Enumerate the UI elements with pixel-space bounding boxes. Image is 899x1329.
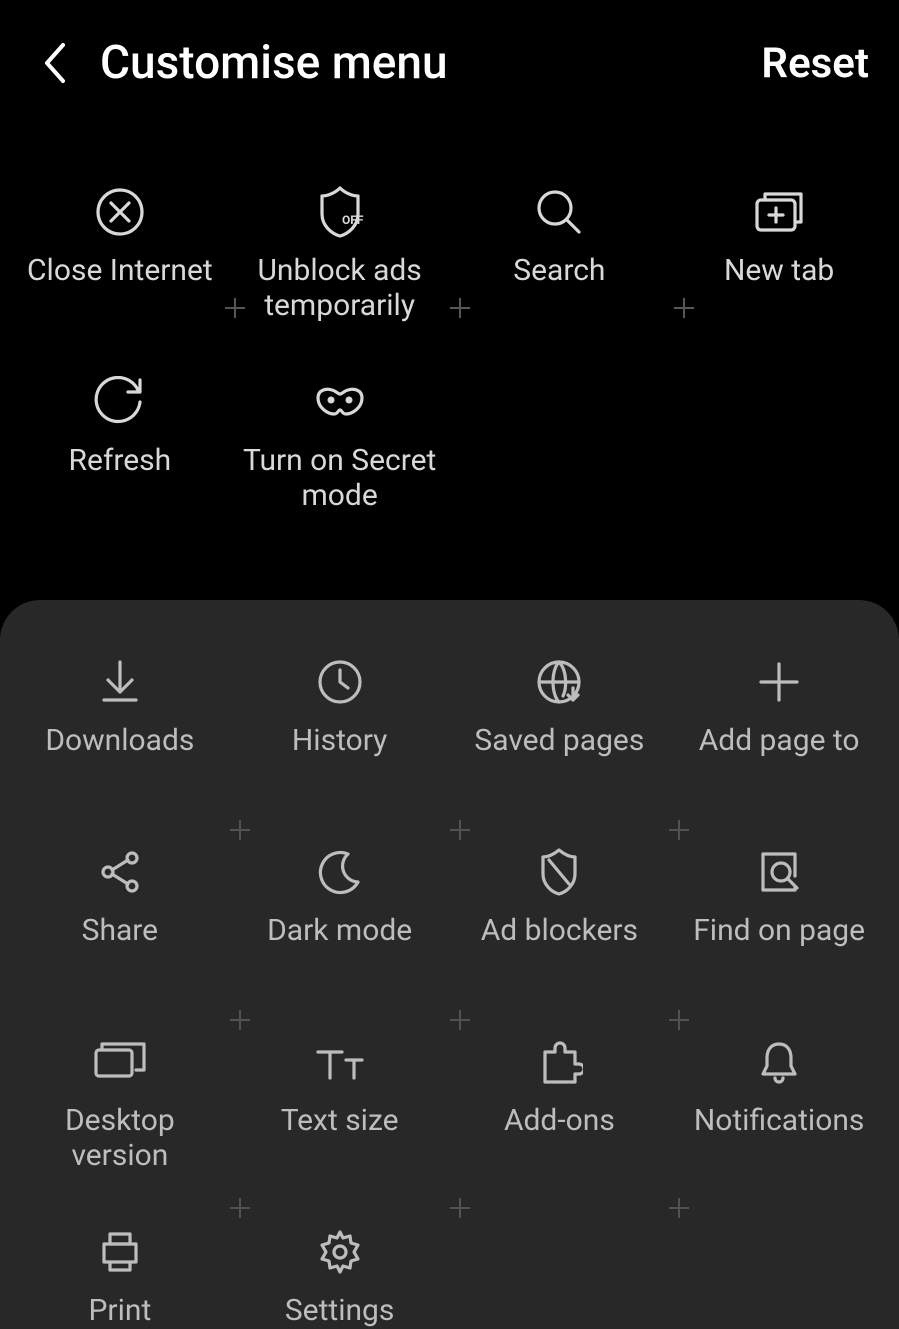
tile-new-tab[interactable]: New tab (669, 170, 889, 360)
tile-label: Unblock ads temporarily (240, 254, 440, 323)
text-size-icon (312, 1030, 368, 1094)
shield-slash-icon (535, 840, 583, 904)
tile-label: Share (82, 914, 158, 949)
print-icon (96, 1220, 144, 1284)
tile-close-internet[interactable]: Close Internet (10, 170, 230, 360)
bell-icon (755, 1030, 803, 1094)
find-on-page-icon (755, 840, 803, 904)
tile-downloads[interactable]: Downloads (10, 640, 230, 830)
moon-icon (316, 840, 364, 904)
tile-add-page-to[interactable]: Add page to (669, 640, 889, 830)
download-icon (96, 650, 144, 714)
desktop-icon (92, 1030, 148, 1094)
tile-label: Desktop version (20, 1104, 220, 1173)
tile-notifications[interactable]: Notifications (669, 1020, 889, 1210)
refresh-icon (94, 370, 146, 434)
tile-label: Refresh (69, 444, 172, 479)
tile-search[interactable]: Search (450, 170, 670, 360)
svg-text:OFF: OFF (342, 213, 364, 227)
back-button[interactable] (30, 38, 80, 88)
search-icon (533, 180, 585, 244)
new-tab-icon (751, 180, 807, 244)
shield-off-icon: OFF (314, 180, 366, 244)
tile-ad-blockers[interactable]: Ad blockers (450, 830, 670, 1020)
tile-label: Turn on Secret mode (240, 444, 440, 513)
plus-icon (755, 650, 803, 714)
tile-saved-pages[interactable]: Saved pages (450, 640, 670, 830)
tile-share[interactable]: Share (10, 830, 230, 1020)
bottom-grid: Downloads History Saved pages Add page t… (10, 640, 889, 1329)
tile-label: Downloads (45, 724, 194, 759)
close-circle-icon (94, 180, 146, 244)
tile-label: Search (513, 254, 605, 289)
tile-label: Settings (285, 1294, 395, 1329)
tile-find-on-page[interactable]: Find on page (669, 830, 889, 1020)
tile-label: Notifications (694, 1104, 865, 1139)
tile-text-size[interactable]: Text size (230, 1020, 450, 1210)
reset-button[interactable]: Reset (761, 39, 869, 88)
globe-download-icon (535, 650, 583, 714)
tile-label: Dark mode (267, 914, 412, 949)
bottom-panel: Downloads History Saved pages Add page t… (0, 600, 899, 1329)
tile-settings[interactable]: Settings (230, 1210, 450, 1329)
tile-history[interactable]: History (230, 640, 450, 830)
tile-label: Ad blockers (481, 914, 638, 949)
mask-icon (312, 370, 368, 434)
chevron-left-icon (41, 41, 69, 85)
tile-label: New tab (724, 254, 834, 289)
gear-icon (316, 1220, 364, 1284)
tile-label: Saved pages (474, 724, 644, 759)
tile-label: Find on page (693, 914, 865, 949)
tile-label: Close Internet (27, 254, 213, 289)
tile-label: Add-ons (504, 1104, 615, 1139)
page-title: Customise menu (100, 36, 761, 90)
tile-desktop-version[interactable]: Desktop version (10, 1020, 230, 1210)
tile-add-ons[interactable]: Add-ons (450, 1020, 670, 1210)
header: Customise menu Reset (0, 0, 899, 120)
tile-label: History (292, 724, 387, 759)
tile-refresh[interactable]: Refresh (10, 360, 230, 550)
puzzle-icon (535, 1030, 583, 1094)
tile-dark-mode[interactable]: Dark mode (230, 830, 450, 1020)
top-grid: Close Internet OFF Unblock ads temporari… (0, 120, 899, 580)
share-icon (96, 840, 144, 904)
tile-print[interactable]: Print (10, 1210, 230, 1329)
tile-label: Add page to (699, 724, 860, 759)
tile-secret-mode[interactable]: Turn on Secret mode (230, 360, 450, 550)
tile-label: Print (88, 1294, 151, 1329)
tile-label: Text size (281, 1104, 399, 1139)
tile-unblock-ads[interactable]: OFF Unblock ads temporarily (230, 170, 450, 360)
clock-icon (316, 650, 364, 714)
